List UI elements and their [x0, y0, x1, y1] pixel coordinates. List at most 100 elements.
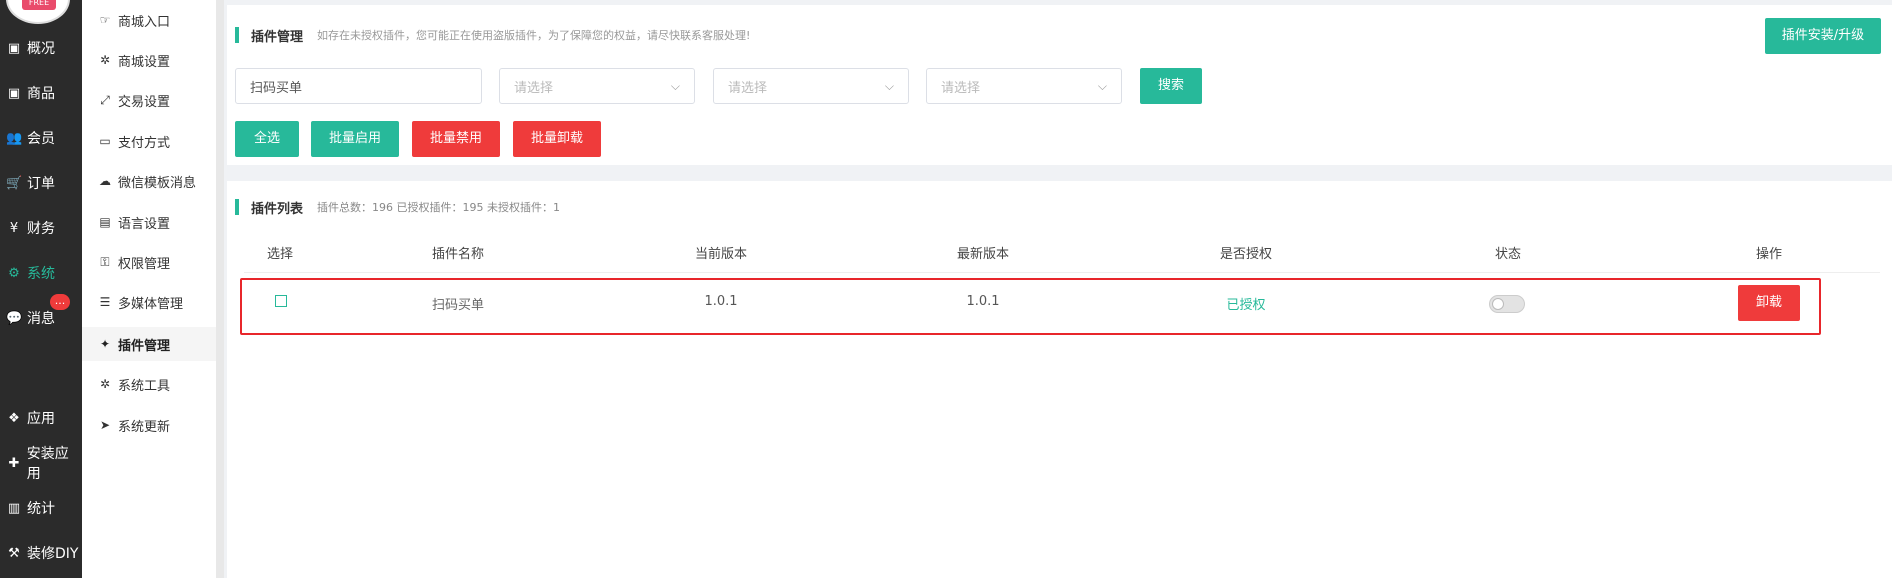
chevron-down-icon: ⌵ — [670, 78, 680, 93]
sub-nav-item-0[interactable]: ☞ 商城入口 — [82, 3, 216, 37]
nav-item-label: 应用 — [27, 411, 55, 427]
chevron-down-icon: ⌵ — [884, 78, 894, 93]
batch-disable-button[interactable]: 批量禁用 — [412, 121, 500, 157]
members-icon: 👥 — [6, 130, 23, 146]
key-icon: ⚿ — [100, 254, 110, 269]
select-all-button[interactable]: 全选 — [235, 121, 299, 157]
install-upgrade-button[interactable]: 插件安装/升级 — [1765, 18, 1881, 54]
apps-icon: ❖ — [8, 410, 20, 426]
plugin-search-input[interactable] — [235, 68, 482, 104]
batch-uninstall-button[interactable]: 批量卸载 — [513, 121, 601, 157]
sub-nav-item-8[interactable]: ✦ 插件管理 — [82, 327, 216, 361]
sub-nav-item-label: 交易设置 — [118, 94, 171, 110]
sub-nav-item-1[interactable]: ✲ 商城设置 — [82, 43, 216, 77]
nav-item-6[interactable]: 💬 消息... — [0, 294, 82, 340]
yen-icon: ¥ — [9, 220, 19, 236]
sub-nav-item-4[interactable]: ☁ 微信模板消息 — [82, 164, 216, 198]
sub-nav-item-7[interactable]: ☰ 多媒体管理 — [82, 285, 216, 319]
sub-nav-item-label: 支付方式 — [118, 135, 171, 151]
column-action: 操作 — [1755, 247, 1782, 262]
nav-item-7[interactable]: ❖ 应用 — [0, 396, 82, 440]
credit-card-icon: ▭ — [99, 134, 111, 148]
nav-item-1[interactable]: ▣ 商品 — [0, 71, 82, 115]
filter-select-1-placeholder: 请选择 — [514, 80, 554, 96]
nav-item-2[interactable]: 👥 会员 — [0, 116, 82, 160]
wechat-icon: ☁ — [99, 174, 111, 188]
nav-item-label: 装修DIY — [27, 546, 79, 562]
sub-sidebar: ☞ 商城入口 ✲ 商城设置 ⤢ 交易设置 ▭ 支付方式 ☁ 微信模板消息 ▤ 语言设置 ⚿ 权限管理 ☰ 多媒… — [82, 0, 216, 578]
nav-item-label: 会员 — [27, 131, 55, 147]
nav-item-3[interactable]: 🛒 订单 — [0, 161, 82, 205]
column-select: 选择 — [266, 247, 293, 262]
filter-select-2[interactable]: 请选择 ⌵ — [713, 68, 909, 104]
sub-nav-item-label: 插件管理 — [118, 338, 171, 354]
nav-item-label: 消息 — [27, 311, 55, 327]
nav-item-5[interactable]: ⚙ 系统 — [0, 251, 82, 295]
sub-nav-item-label: 权限管理 — [118, 256, 171, 272]
chevron-down-icon: ⌵ — [1097, 78, 1107, 93]
plugin-list-panel: 插件列表 插件总数：196 已授权插件：195 未授权插件：1 — [227, 181, 1892, 578]
nav-item-9[interactable]: ▥ 统计 — [0, 486, 82, 530]
sub-nav-item-3[interactable]: ▭ 支付方式 — [82, 124, 216, 158]
nav-item-label: 订单 — [27, 176, 55, 192]
goods-icon: ▣ — [7, 85, 21, 101]
sub-nav-item-label: 商城设置 — [118, 54, 171, 70]
filter-select-3[interactable]: 请选择 ⌵ — [926, 68, 1122, 104]
nav-item-4[interactable]: ¥ 财务 — [0, 206, 82, 250]
column-current-version: 当前版本 — [694, 247, 747, 262]
nav-item-label: 系统 — [27, 266, 55, 282]
list-title: 插件列表 — [251, 201, 304, 217]
nav-item-label: 统计 — [27, 501, 55, 517]
sub-nav-item-label: 系统更新 — [118, 419, 171, 435]
overview-icon: ▣ — [7, 40, 21, 56]
nav-item-label: 概况 — [27, 41, 55, 57]
panel-header: 插件管理 如存在未授权插件，您可能正在使用盗版插件，为了保障您的权益，请尽快联系… — [235, 27, 751, 45]
nav-item-8[interactable]: ✚ 安装应用 — [0, 441, 82, 485]
license-warning-tip: 如存在未授权插件，您可能正在使用盗版插件，为了保障您的权益，请尽快联系客服处理! — [317, 29, 751, 42]
sub-nav-item-10[interactable]: ➤ 系统更新 — [82, 408, 216, 442]
bar-chart-icon: ▥ — [7, 500, 21, 516]
filter-select-3-placeholder: 请选择 — [941, 80, 981, 96]
column-latest-version: 最新版本 — [956, 247, 1009, 262]
cog-icon: ✲ — [99, 377, 111, 391]
sub-nav-item-5[interactable]: ▤ 语言设置 — [82, 205, 216, 239]
chat-icon: 💬 — [6, 310, 23, 326]
puzzle-icon: ✚ — [8, 455, 20, 471]
sub-nav-item-label: 多媒体管理 — [118, 296, 184, 312]
nav-item-label: 安装应用 — [26, 446, 69, 482]
filter-select-2-placeholder: 请选择 — [728, 80, 768, 96]
sub-nav-item-9[interactable]: ✲ 系统工具 — [82, 367, 216, 401]
main-sidebar: FREE ▣ 概况 ▣ 商品 👥 会员 🛒 订单 ¥ 财务 ⚙ 系统 💬 消息... ❖ 应用 ✚ 安装应用 ▥ 统计… — [0, 0, 82, 578]
plugin-count-summary: 插件总数：196 已授权插件：195 未授权插件：1 — [317, 201, 560, 214]
filter-select-1[interactable]: 请选择 ⌵ — [499, 68, 695, 104]
search-button[interactable]: 搜索 — [1140, 68, 1202, 104]
list-header: 插件列表 插件总数：196 已授权插件：195 未授权插件：1 — [235, 199, 560, 217]
sub-nav-item-6[interactable]: ⚿ 权限管理 — [82, 245, 216, 279]
sub-nav-item-label: 系统工具 — [118, 378, 171, 394]
logo-badge: FREE — [22, 0, 56, 10]
column-plugin-name: 插件名称 — [431, 247, 484, 262]
list-icon: ☰ — [99, 295, 111, 309]
batch-enable-button[interactable]: 批量启用 — [311, 121, 399, 157]
table-header-divider — [244, 272, 1880, 273]
page-title: 插件管理 — [251, 29, 304, 45]
sub-nav-item-label: 微信模板消息 — [118, 175, 197, 191]
row-highlight-box — [240, 278, 1821, 335]
gears-icon: ⚙ — [8, 265, 20, 281]
language-icon: ▤ — [99, 215, 111, 229]
exchange-icon: ⤢ — [100, 92, 110, 107]
nav-item-label: 财务 — [27, 221, 55, 237]
logo[interactable]: FREE — [6, 0, 70, 24]
sub-nav-item-2[interactable]: ⤢ 交易设置 — [82, 83, 216, 117]
column-status: 状态 — [1494, 247, 1521, 262]
gear-icon: ✲ — [99, 53, 111, 67]
plugin-icon: ✦ — [99, 337, 111, 351]
hand-point-icon: ☞ — [99, 13, 111, 27]
nav-item-0[interactable]: ▣ 概况 — [0, 26, 82, 70]
message-badge: ... — [50, 294, 70, 310]
paper-plane-icon: ➤ — [99, 418, 111, 432]
cart-icon: 🛒 — [6, 175, 23, 191]
nav-item-10[interactable]: ⚒ 装修DIY — [0, 531, 82, 575]
sub-nav-item-label: 语言设置 — [118, 216, 171, 232]
sidebar-scrollbar[interactable] — [216, 0, 224, 578]
